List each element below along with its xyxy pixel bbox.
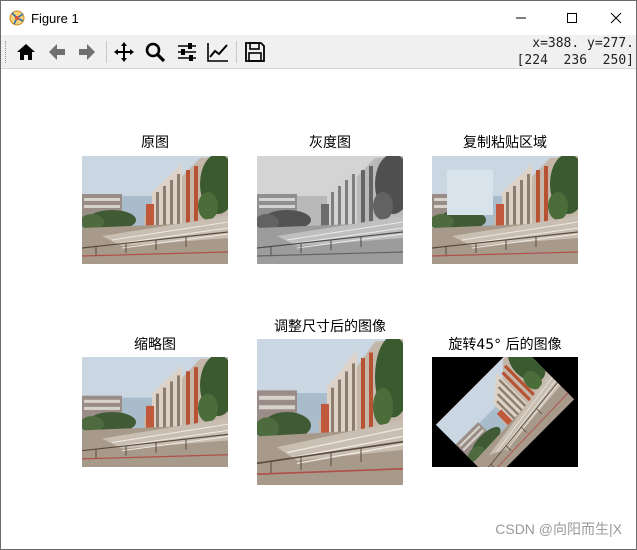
edit-axes-icon xyxy=(207,43,228,62)
panel-title-rotated: 旋转45° 后的图像 xyxy=(448,337,562,353)
grayscale-image xyxy=(257,156,403,264)
maximize-button[interactable] xyxy=(549,1,595,35)
panel-title-copy-paste-region: 复制粘贴区域 xyxy=(463,135,547,151)
save-button[interactable] xyxy=(242,39,268,65)
resized-image xyxy=(257,339,403,485)
save-floppy-icon xyxy=(245,42,265,62)
coordinate-line: x=388. y=277. xyxy=(532,36,634,51)
home-button[interactable] xyxy=(13,39,39,65)
pasted-region xyxy=(447,170,493,215)
pan-button[interactable] xyxy=(111,39,137,65)
panel-title-grayscale: 灰度图 xyxy=(309,135,351,151)
home-icon xyxy=(17,44,35,60)
window-title: Figure 1 xyxy=(31,11,79,26)
toolbar-separator xyxy=(236,41,237,63)
back-button[interactable] xyxy=(44,39,70,65)
pan-move-icon xyxy=(114,42,134,62)
close-button[interactable] xyxy=(593,1,636,35)
minimize-icon xyxy=(516,17,526,19)
configure-subplots-icon xyxy=(178,43,196,61)
rotated-image xyxy=(432,357,578,467)
minimize-button[interactable] xyxy=(498,1,544,35)
close-icon xyxy=(610,12,622,24)
edit-axes-button[interactable] xyxy=(205,39,231,65)
forward-arrow-icon xyxy=(79,44,95,60)
title-bar: Figure 1 xyxy=(1,1,636,35)
panel-title-resized: 调整尺寸后的图像 xyxy=(274,319,386,335)
toolbar-separator xyxy=(106,41,107,63)
figure-app-icon xyxy=(9,10,25,26)
figure-canvas[interactable]: 原图 灰度图 复制粘贴区域 缩略图 调整尺寸后的图像 旋转45° 后的图像 xyxy=(1,69,636,549)
configure-subplots-button[interactable] xyxy=(174,39,200,65)
zoom-magnifier-icon xyxy=(145,42,166,63)
zoom-button[interactable] xyxy=(142,39,168,65)
thumbnail-image xyxy=(82,357,228,467)
panel-title-original: 原图 xyxy=(141,135,169,151)
back-arrow-icon xyxy=(49,44,65,60)
forward-button[interactable] xyxy=(74,39,100,65)
pixel-value-line: [224 236 250] xyxy=(516,53,634,68)
csdn-watermark: CSDN @向阳而生|X xyxy=(495,521,622,537)
figure-window: Figure 1 x=388. y=277. [224 236 250] 原图 … xyxy=(0,0,637,550)
original-image xyxy=(82,156,228,264)
panel-title-thumbnail: 缩略图 xyxy=(134,337,176,353)
navigation-toolbar: x=388. y=277. [224 236 250] xyxy=(1,35,636,69)
toolbar-grip xyxy=(5,41,8,63)
maximize-icon xyxy=(567,13,577,23)
copy-paste-region-image xyxy=(432,156,578,264)
cursor-coordinate-readout: x=388. y=277. [224 236 250] xyxy=(517,35,634,69)
